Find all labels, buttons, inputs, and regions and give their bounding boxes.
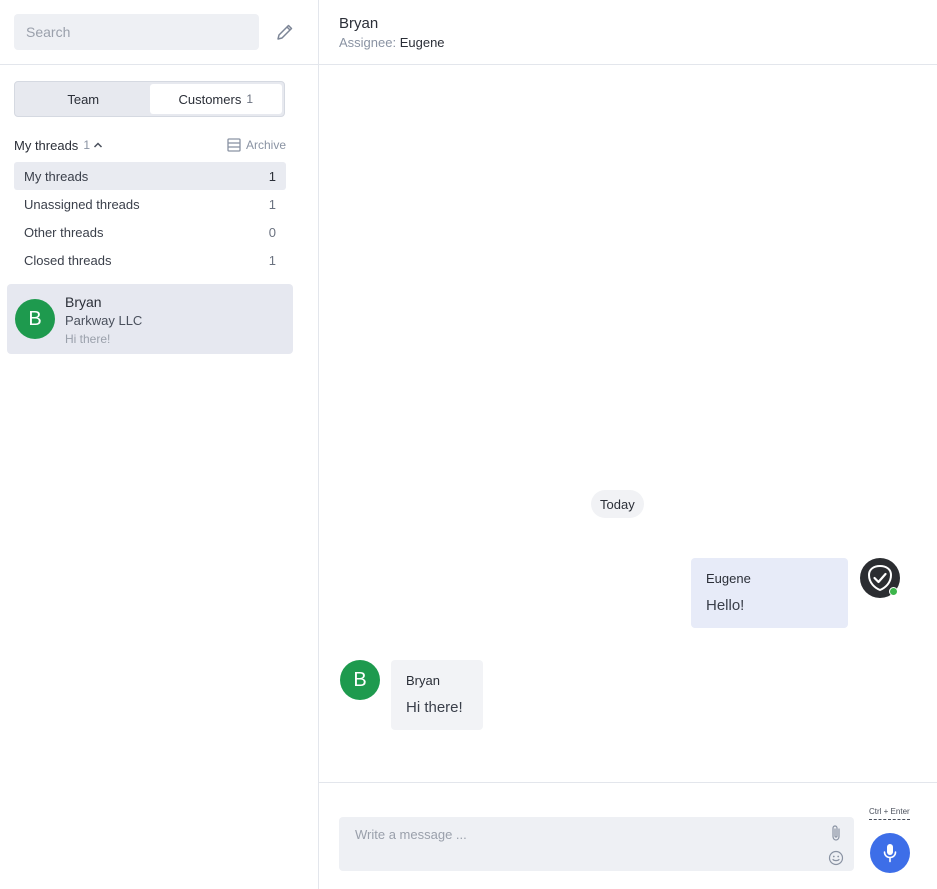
- assignee-value: Eugene: [399, 35, 445, 50]
- online-status-dot: [889, 587, 898, 596]
- thread-filter-list: My threads 1 Unassigned threads 1 Other …: [14, 162, 286, 274]
- emoji-button[interactable]: [827, 849, 845, 867]
- assignee-label: Assignee:: [339, 35, 397, 50]
- filter-count: 1: [268, 196, 276, 212]
- search-row: [0, 0, 318, 65]
- tab-team-label: Team: [67, 91, 100, 107]
- voice-record-button[interactable]: [870, 833, 910, 873]
- avatar: B: [340, 660, 380, 700]
- filter-count: 0: [268, 224, 276, 240]
- paperclip-icon: [832, 825, 840, 841]
- tab-customers[interactable]: Customers 1: [149, 84, 282, 114]
- threads-header: My threads 1 Archive: [14, 136, 286, 154]
- conversation-preview: Hi there!: [65, 332, 111, 346]
- search-input[interactable]: [14, 14, 259, 50]
- compose-button[interactable]: [271, 18, 299, 46]
- chat-panel: Bryan Assignee: Eugene Today Eugene Hell…: [319, 0, 937, 889]
- avatar: B: [15, 299, 55, 339]
- date-separator: Today: [591, 490, 644, 518]
- filter-other-threads[interactable]: Other threads 0: [14, 218, 286, 246]
- filter-label: Closed threads: [24, 252, 112, 268]
- composer-area: Ctrl + Enter: [319, 782, 937, 889]
- chat-contact-name: Bryan: [339, 15, 379, 32]
- message-composer: [339, 817, 854, 871]
- thread-type-switch: Team Customers 1: [14, 81, 285, 117]
- tab-team[interactable]: Team: [17, 84, 150, 114]
- filter-label: Unassigned threads: [24, 196, 140, 212]
- pencil-icon: [277, 24, 293, 40]
- message-text: Hi there!: [406, 699, 463, 716]
- filter-closed-threads[interactable]: Closed threads 1: [14, 246, 286, 274]
- message-sender: Eugene: [706, 571, 751, 586]
- message-input[interactable]: [339, 817, 819, 871]
- conversation-name: Bryan: [65, 294, 102, 310]
- message-outgoing: Eugene Hello!: [691, 558, 848, 628]
- tab-customers-count: 1: [246, 92, 254, 106]
- microphone-icon: [883, 844, 897, 863]
- threads-header-title[interactable]: My threads: [14, 138, 78, 153]
- chat-header: Bryan Assignee: Eugene: [319, 0, 937, 65]
- message-incoming: Bryan Hi there!: [391, 660, 483, 730]
- filter-my-threads[interactable]: My threads 1: [14, 162, 286, 190]
- conversation-item[interactable]: B Bryan Parkway LLC Hi there!: [7, 284, 293, 354]
- threads-header-count: 1: [83, 138, 90, 152]
- filter-label: Other threads: [24, 224, 104, 240]
- message-sender: Bryan: [406, 673, 440, 688]
- archive-label: Archive: [245, 138, 286, 152]
- archive-icon: [227, 138, 241, 152]
- filter-label: My threads: [24, 168, 89, 184]
- message-text: Hello!: [706, 597, 745, 614]
- send-shortcut-hint: Ctrl + Enter: [869, 807, 910, 820]
- tab-customers-label: Customers: [178, 91, 242, 107]
- filter-unassigned-threads[interactable]: Unassigned threads 1: [14, 190, 286, 218]
- sidebar: Team Customers 1 My threads 1 Archive My…: [0, 0, 319, 889]
- filter-count: 1: [268, 168, 276, 184]
- emoji-icon: [828, 850, 844, 866]
- conversation-company: Parkway LLC: [65, 313, 143, 328]
- filter-count: 1: [268, 252, 276, 268]
- archive-button[interactable]: Archive: [227, 138, 286, 152]
- chat-assignee[interactable]: Assignee: Eugene: [339, 35, 445, 50]
- chevron-up-icon[interactable]: [93, 141, 103, 149]
- attach-button[interactable]: [828, 824, 844, 842]
